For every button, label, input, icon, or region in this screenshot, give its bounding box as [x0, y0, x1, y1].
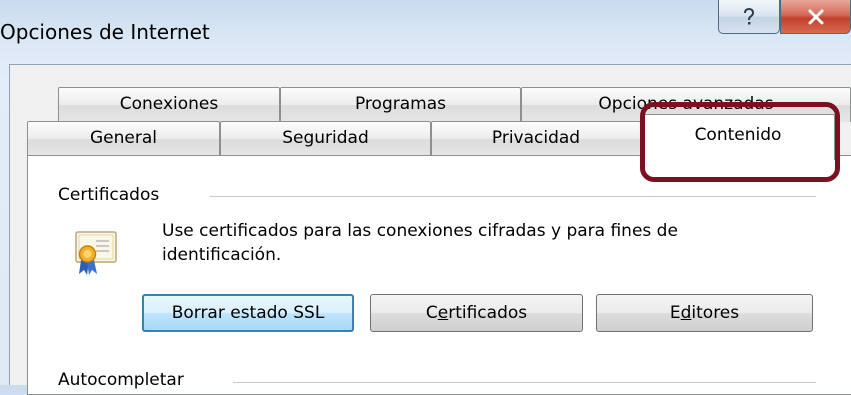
help-button[interactable]	[718, 0, 780, 34]
certificates-description: Use certificados para las conexiones cif…	[162, 221, 678, 265]
button-text: rtificados	[448, 303, 528, 323]
button-text: C	[425, 303, 438, 323]
help-icon	[744, 7, 755, 24]
close-icon	[808, 9, 823, 24]
tab-conexiones[interactable]: Conexiones	[58, 87, 280, 122]
tab-label: Programas	[354, 94, 446, 114]
certificate-icon	[75, 230, 117, 281]
group-divider	[233, 382, 816, 383]
tab-seguridad[interactable]: Seguridad	[220, 121, 431, 156]
tab-label: Contenido	[694, 125, 782, 145]
tab-label: Seguridad	[282, 128, 369, 148]
content-tab-panel: Certificados Use certificados para las c…	[27, 155, 851, 395]
tab-programas[interactable]: Programas	[280, 87, 521, 122]
clear-ssl-state-button[interactable]: Borrar estado SSL	[142, 294, 354, 332]
tab-label: Opciones avanzadas	[598, 94, 774, 114]
tab-privacidad[interactable]: Privacidad	[431, 121, 641, 156]
tab-label: General	[90, 128, 157, 148]
button-text: E	[669, 303, 681, 323]
group-divider	[210, 196, 816, 197]
certificates-group-title: Certificados	[58, 185, 166, 205]
window-title: Opciones de Internet	[0, 20, 210, 44]
button-text: itores	[691, 303, 740, 323]
tab-general[interactable]: General	[27, 121, 220, 156]
publishers-button[interactable]: Editores	[596, 294, 813, 332]
tab-label: Privacidad	[491, 128, 581, 148]
close-button[interactable]	[780, 0, 851, 34]
accelerator-key: e	[437, 303, 449, 323]
accelerator-key: d	[680, 303, 692, 323]
tab-label: Conexiones	[119, 94, 219, 114]
certificates-button[interactable]: Certificados	[370, 294, 583, 332]
autocomplete-group-title: Autocompletar	[58, 370, 190, 390]
tab-contenido[interactable]: Contenido	[641, 114, 835, 160]
